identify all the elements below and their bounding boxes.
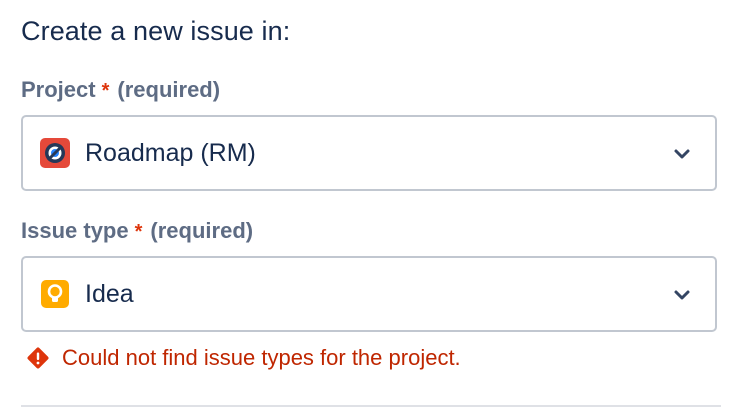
project-avatar-icon	[40, 138, 70, 168]
issue-type-label-text: Issue type	[21, 218, 129, 243]
error-message: Could not find issue types for the proje…	[26, 345, 461, 371]
lightbulb-icon	[40, 279, 70, 309]
error-diamond-icon	[26, 346, 50, 370]
project-select[interactable]: Roadmap (RM)	[21, 115, 717, 191]
required-text: (required)	[150, 218, 254, 243]
divider	[21, 405, 721, 407]
required-marker: *	[101, 80, 110, 102]
project-select-value: Roadmap (RM)	[85, 138, 256, 167]
chevron-down-icon	[673, 147, 691, 159]
required-text: (required)	[117, 77, 221, 102]
issue-type-select[interactable]: Idea	[21, 256, 717, 332]
chevron-down-icon	[673, 288, 691, 300]
project-label: Project * (required)	[21, 77, 220, 103]
project-label-text: Project	[21, 77, 96, 102]
error-text: Could not find issue types for the proje…	[62, 345, 461, 370]
page-title: Create a new issue in:	[21, 16, 291, 46]
issue-type-label: Issue type * (required)	[21, 218, 253, 244]
issue-type-select-value: Idea	[85, 279, 134, 308]
required-marker: *	[134, 221, 143, 243]
